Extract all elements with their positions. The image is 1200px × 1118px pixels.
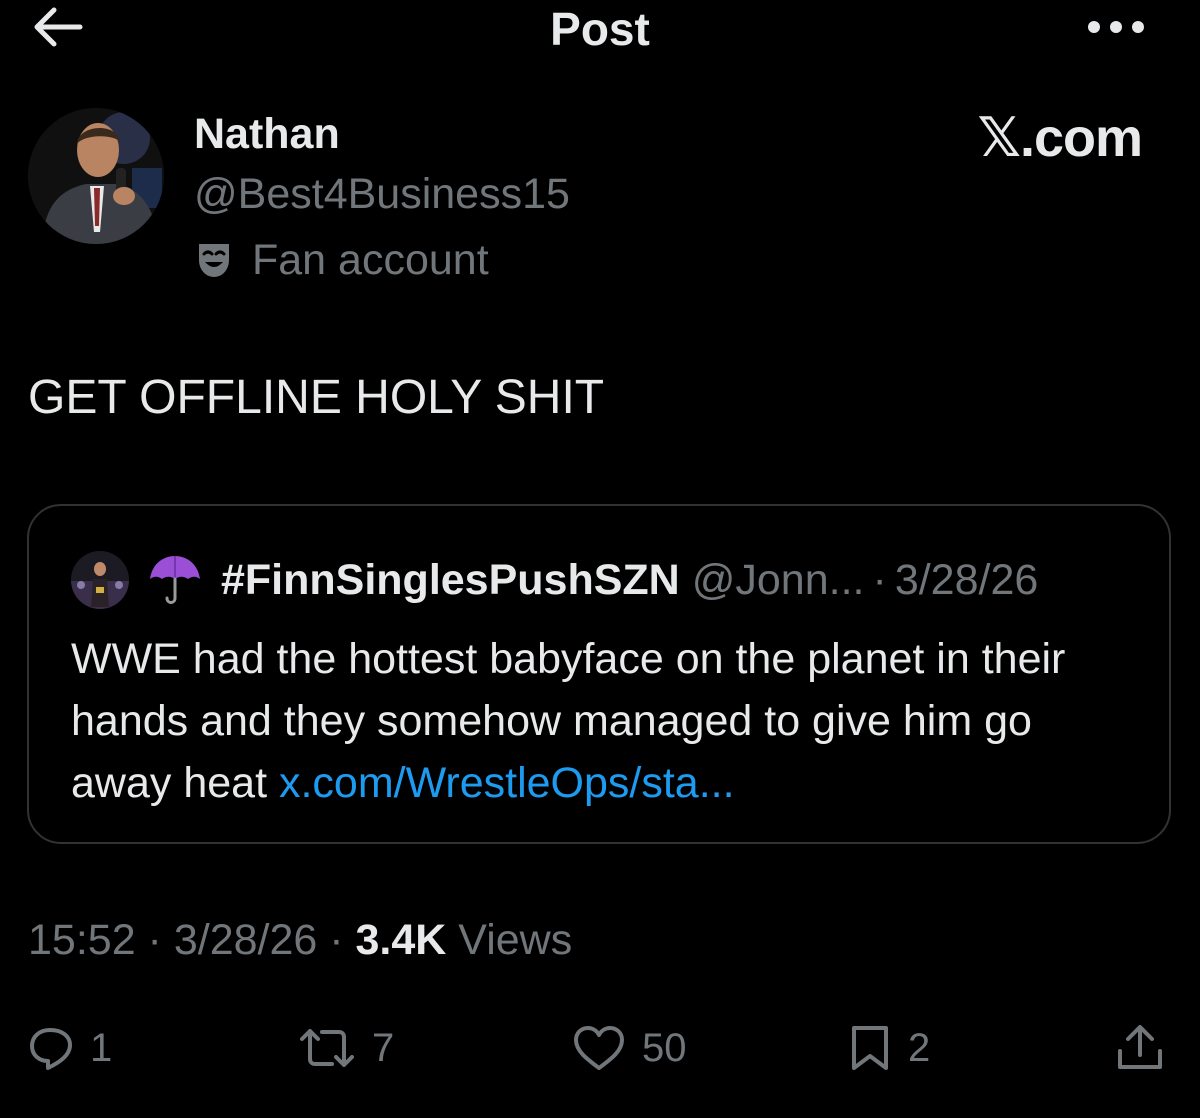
more-options-button[interactable]: [1084, 12, 1148, 42]
author-name[interactable]: Nathan: [194, 110, 340, 159]
quoted-post-text: WWE had the hottest babyface on the plan…: [71, 628, 1131, 814]
quoted-post-date: 3/28/26: [894, 555, 1039, 604]
author-avatar[interactable]: [28, 108, 164, 244]
meta-separator: ·: [135, 916, 174, 964]
repost-count: 7: [372, 1025, 395, 1070]
share-icon: [1118, 1025, 1162, 1069]
post-page: Post Nathan @Best4Business15 Fan account…: [0, 0, 1200, 1118]
like-count: 50: [642, 1025, 687, 1070]
reply-button[interactable]: 1: [28, 1016, 112, 1080]
quoted-author-handle: @Jonn...: [691, 555, 865, 604]
avatar-image: [28, 108, 164, 244]
quoted-post-card[interactable]: #FinnSinglesPushSZN @Jonn... · 3/28/26 W…: [27, 504, 1171, 844]
meta-separator: ·: [317, 916, 356, 964]
views-label[interactable]: Views: [446, 916, 572, 964]
bookmark-count: 2: [908, 1025, 931, 1070]
page-title: Post: [550, 3, 650, 55]
like-button[interactable]: 50: [572, 1016, 687, 1080]
reply-count: 1: [90, 1025, 113, 1070]
author-handle[interactable]: @Best4Business15: [194, 170, 570, 219]
account-label: Fan account: [194, 234, 489, 286]
bookmark-button[interactable]: 2: [848, 1016, 930, 1080]
post-date: 3/28/26: [173, 916, 318, 964]
quoted-separator: ·: [872, 555, 887, 604]
quoted-author-avatar[interactable]: [71, 551, 129, 609]
quoted-post-header: #FinnSinglesPushSZN @Jonn... · 3/28/26: [71, 548, 1038, 612]
repost-icon: [300, 1029, 354, 1067]
action-bar: 1 7 50 2: [0, 1016, 1200, 1080]
theater-mask-icon: [199, 244, 229, 277]
quoted-post-link[interactable]: x.com/WrestleOps/sta...: [279, 759, 735, 807]
quoted-author-name: #FinnSinglesPushSZN: [221, 555, 680, 604]
views-count[interactable]: 3.4K: [356, 916, 447, 964]
account-label-text: Fan account: [252, 235, 489, 284]
post-time: 15:52: [28, 916, 136, 964]
top-bar: Post: [0, 0, 1200, 60]
heart-icon: [574, 1026, 624, 1070]
post-text: GET OFFLINE HOLY SHIT: [28, 371, 605, 424]
share-button[interactable]: [1114, 1016, 1166, 1080]
source-watermark: 𝕏.com: [977, 108, 1143, 168]
quoted-avatar-image: [71, 551, 129, 609]
more-horizontal-icon: [1088, 21, 1144, 33]
umbrella-icon: [150, 556, 200, 604]
reply-icon: [30, 1028, 72, 1070]
post-metadata: 15:52 · 3/28/26 · 3.4K Views: [28, 916, 572, 965]
repost-button[interactable]: 7: [298, 1016, 394, 1080]
bookmark-icon: [852, 1026, 888, 1070]
